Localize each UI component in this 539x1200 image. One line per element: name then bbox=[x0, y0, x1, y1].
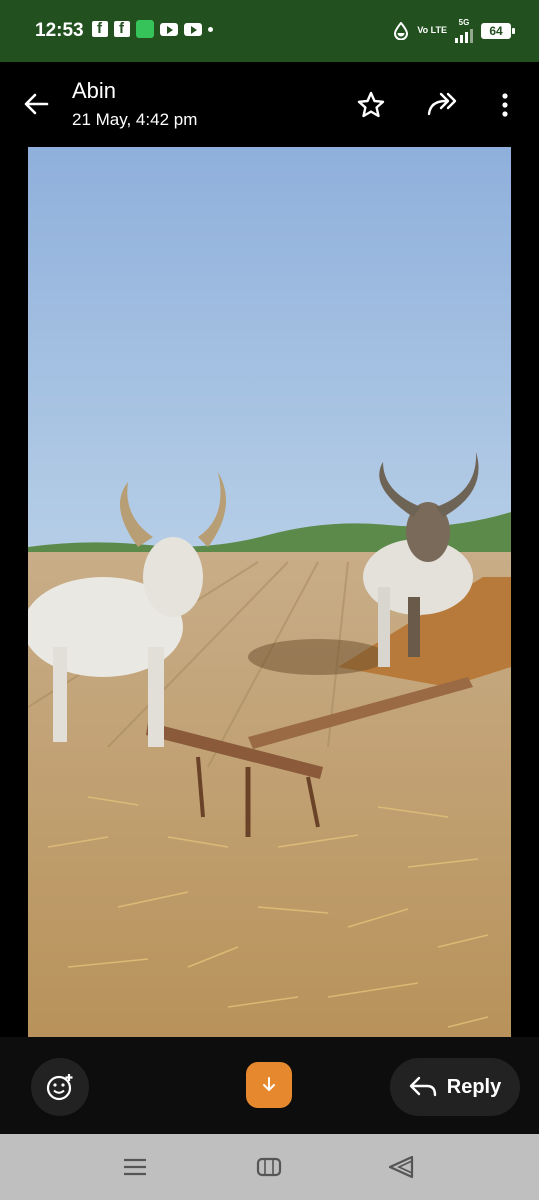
status-time: 12:53 bbox=[35, 20, 84, 41]
message-timestamp: 21 May, 4:42 pm bbox=[72, 110, 198, 129]
youtube-icon bbox=[184, 22, 202, 36]
emoji-add-icon bbox=[46, 1074, 73, 1101]
signal-bars-icon bbox=[455, 27, 473, 43]
battery-indicator: 64 bbox=[481, 22, 515, 39]
more-vert-icon[interactable] bbox=[492, 90, 518, 120]
forward-icon[interactable] bbox=[426, 90, 460, 120]
reply-icon bbox=[409, 1076, 436, 1097]
youtube-icon bbox=[160, 22, 178, 36]
signal: 5G bbox=[455, 18, 473, 43]
back-arrow-icon[interactable] bbox=[22, 90, 50, 118]
star-icon[interactable] bbox=[356, 90, 386, 120]
react-button[interactable] bbox=[31, 1058, 89, 1116]
sender-name: Abin bbox=[72, 78, 117, 103]
app-icon bbox=[136, 20, 154, 38]
message-image[interactable] bbox=[28, 147, 511, 1037]
notification-icons bbox=[92, 20, 213, 38]
download-button[interactable] bbox=[246, 1062, 292, 1108]
reply-button[interactable]: Reply bbox=[390, 1058, 520, 1116]
bulls-field-photo bbox=[28, 147, 511, 1037]
reply-label: Reply bbox=[446, 1075, 502, 1098]
facebook-icon bbox=[92, 20, 108, 37]
status-bar: 12:53 Vo LTE 5G 64 bbox=[0, 0, 539, 62]
recents-icon[interactable] bbox=[120, 1152, 150, 1182]
download-icon bbox=[263, 1077, 275, 1091]
more-notifications-dot bbox=[208, 26, 213, 32]
network-type: 5G bbox=[458, 18, 470, 27]
volte-label: Vo LTE bbox=[417, 25, 447, 35]
status-right: Vo LTE 5G 64 bbox=[393, 18, 515, 43]
home-icon[interactable] bbox=[254, 1152, 284, 1182]
facebook-icon bbox=[114, 20, 130, 37]
data-saver-icon bbox=[394, 21, 409, 40]
back-icon[interactable] bbox=[386, 1152, 416, 1182]
